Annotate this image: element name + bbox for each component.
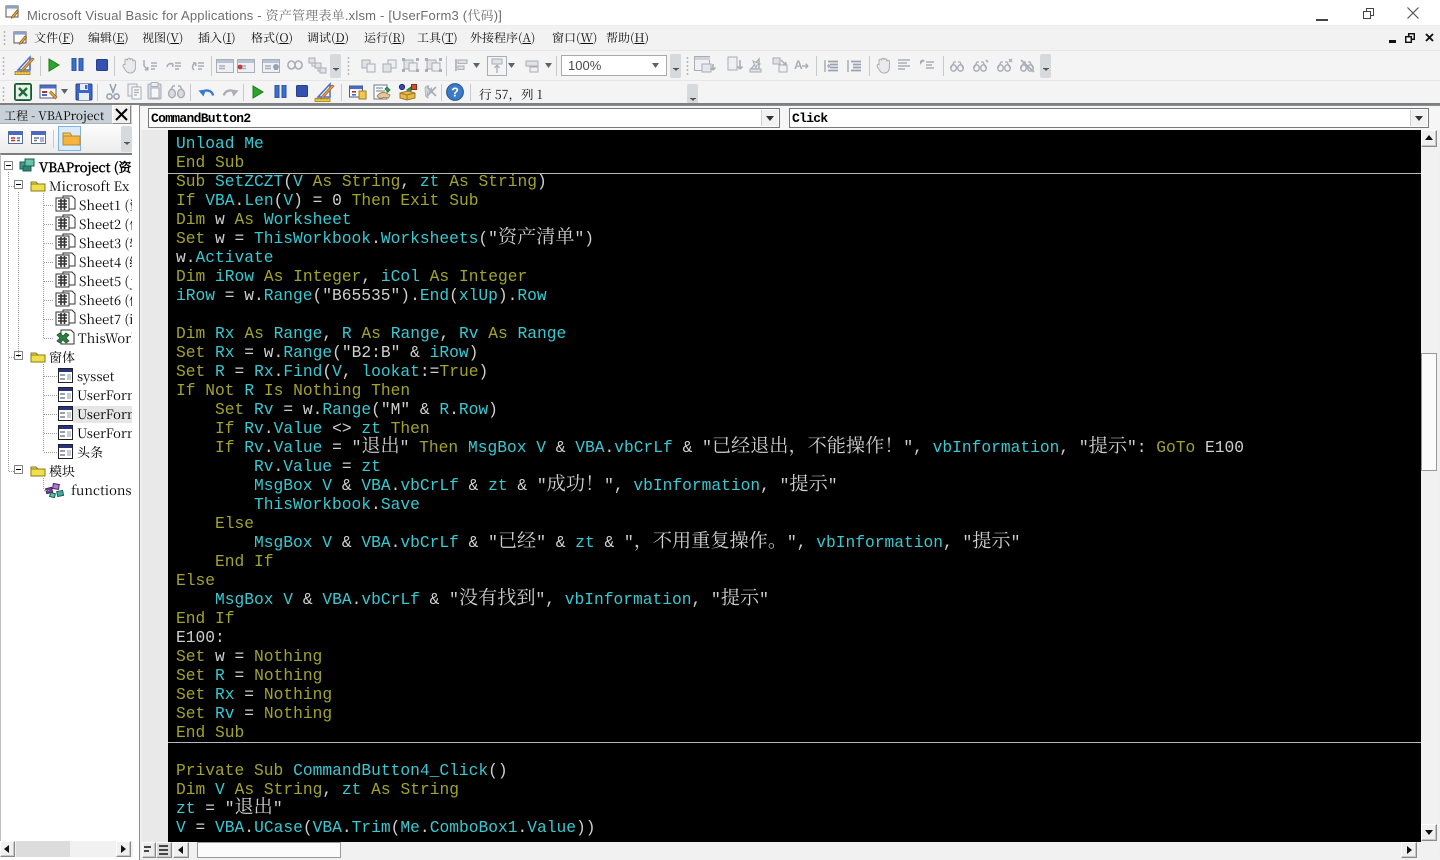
svg-text:?: ? [451,86,459,100]
svg-text:A: A [794,58,803,72]
